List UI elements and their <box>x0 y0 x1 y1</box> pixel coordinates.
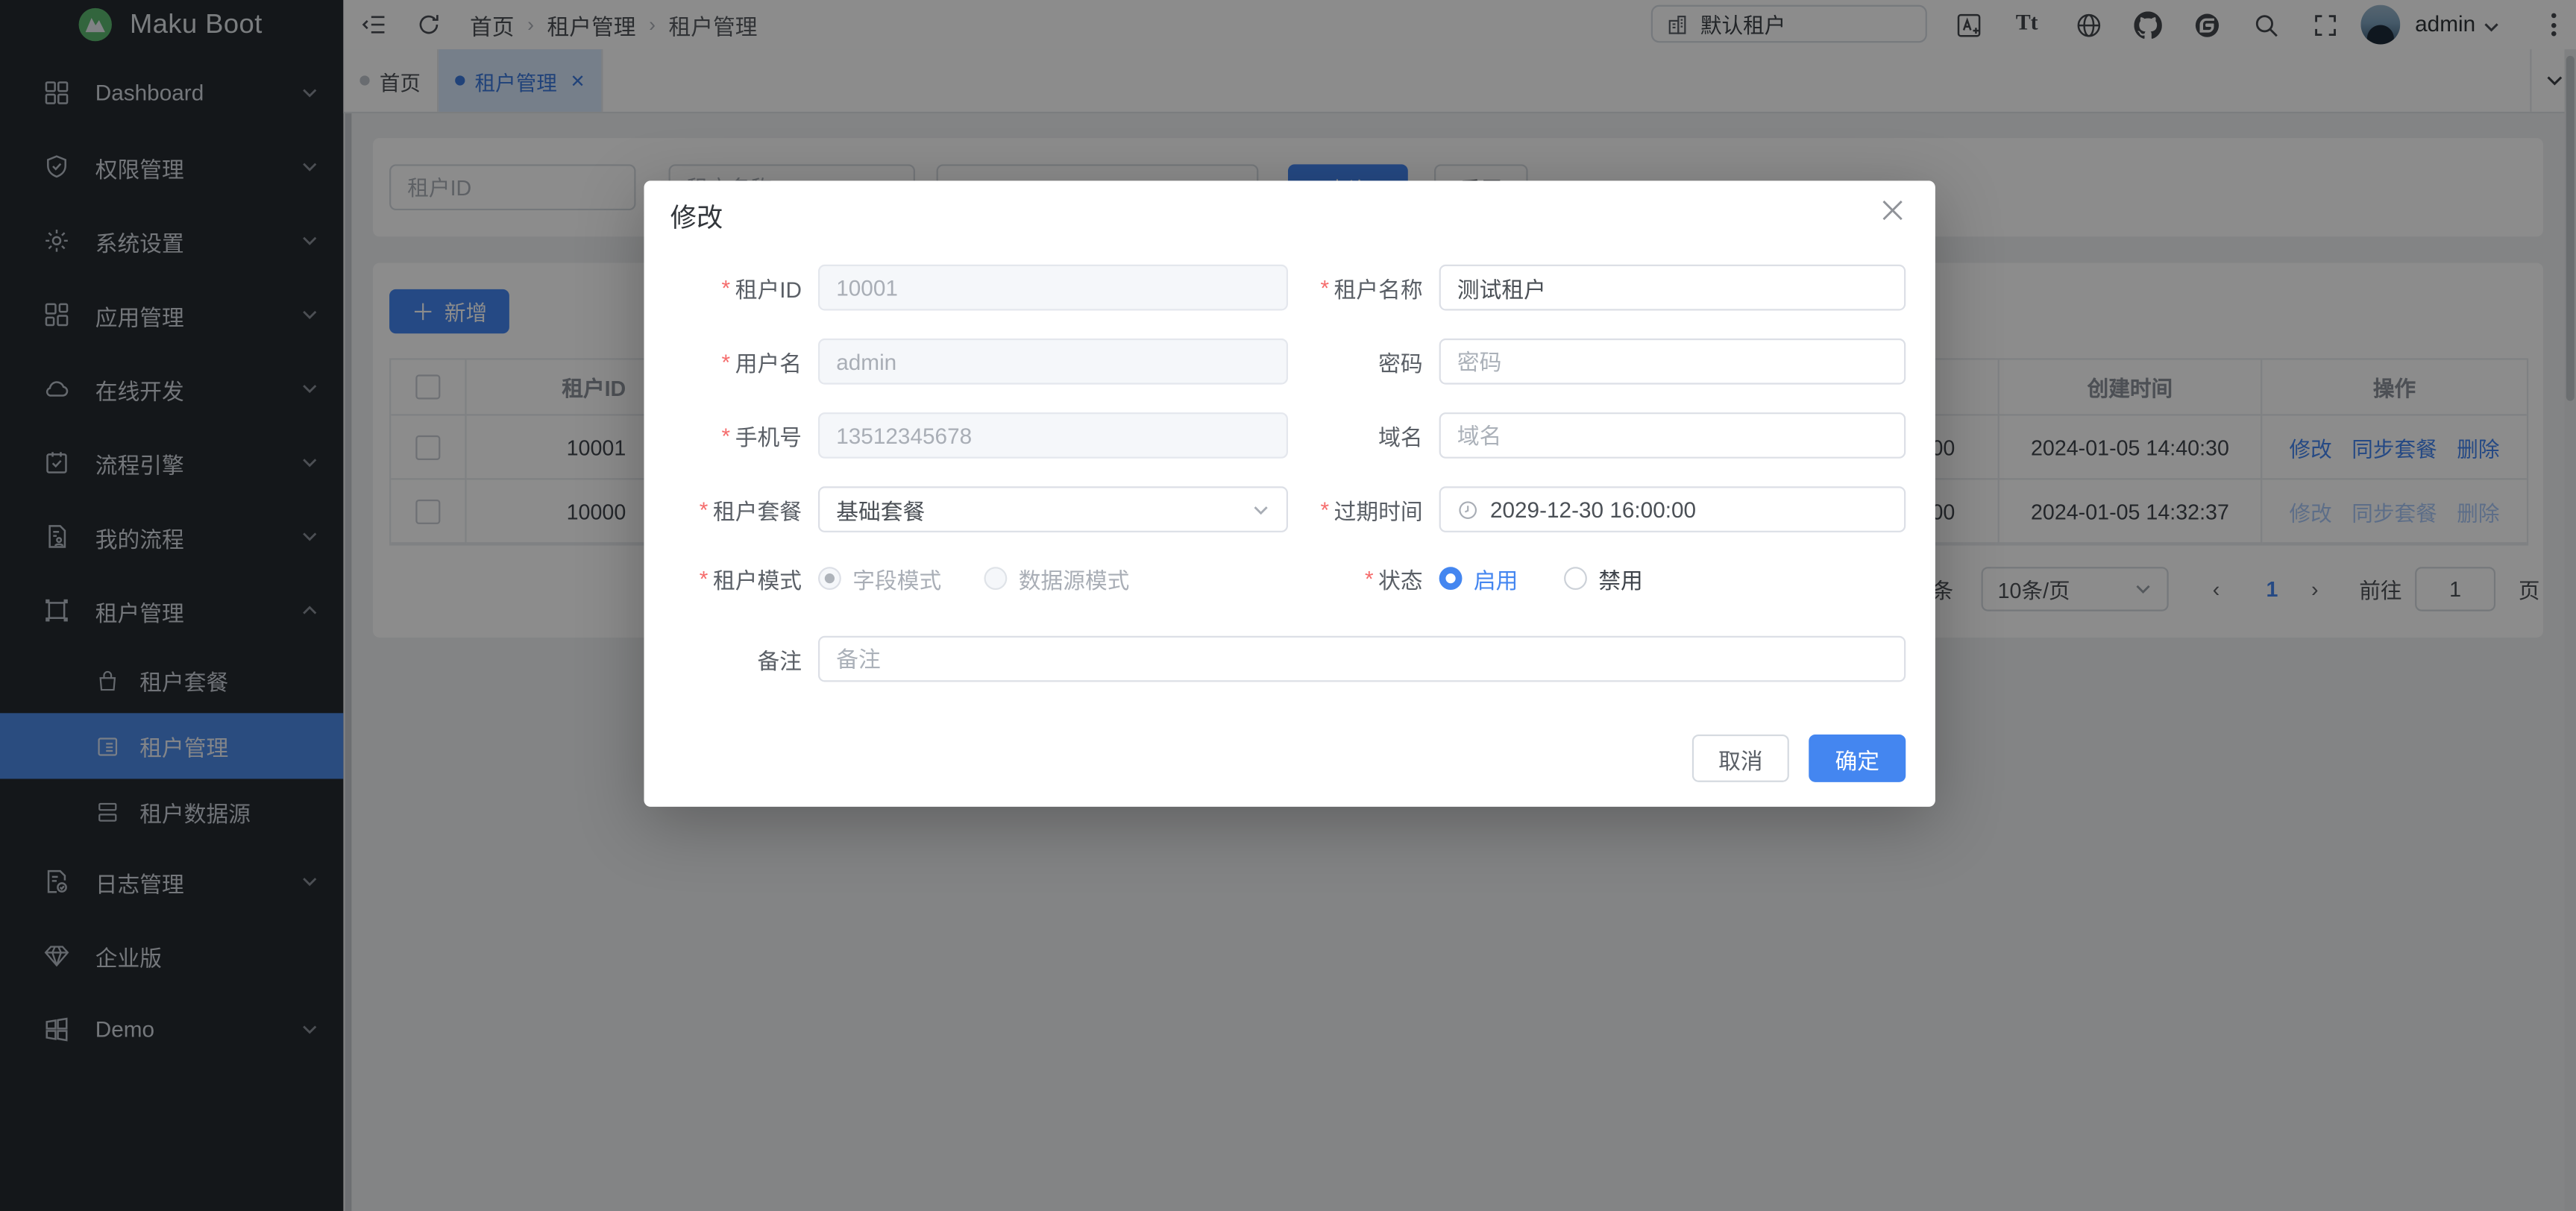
radio-dot <box>818 567 841 590</box>
domain-input[interactable] <box>1439 412 1906 459</box>
radio-field-mode: 字段模式 <box>818 562 941 595</box>
field-label-tenant-id: *租户ID <box>670 271 802 304</box>
field-label-status: *状态 <box>1304 562 1423 595</box>
chevron-down-icon <box>1252 500 1270 518</box>
mobile-input <box>818 412 1288 459</box>
package-select-value: 基础套餐 <box>836 493 1240 526</box>
tenant-mode-radio-group: 字段模式 数据源模式 <box>818 562 1288 595</box>
status-radio-group: 启用 禁用 <box>1439 562 1906 595</box>
radio-datasource-mode: 数据源模式 <box>984 562 1129 595</box>
remark-input[interactable] <box>818 636 1906 682</box>
expire-time-value: 2029-12-30 16:00:00 <box>1490 497 1888 522</box>
radio-dot <box>984 567 1007 590</box>
field-label-remark: 备注 <box>670 643 802 676</box>
edit-dialog: 修改 *租户ID *租户名称 *用户名 密码 *手机号 域名 *租户套餐 基础套… <box>644 180 1935 807</box>
tenant-id-input <box>818 265 1288 311</box>
radio-disabled[interactable]: 禁用 <box>1564 562 1643 595</box>
confirm-button[interactable]: 确定 <box>1809 735 1906 782</box>
tenant-name-input[interactable] <box>1439 265 1906 311</box>
field-label-tenant-name: *租户名称 <box>1304 271 1423 304</box>
field-label-expire-time: *过期时间 <box>1304 493 1423 526</box>
field-label-mobile: *手机号 <box>670 419 802 452</box>
password-input[interactable] <box>1439 339 1906 385</box>
radio-dot <box>1439 567 1463 590</box>
app-root: Maku Boot Dashboard 权限管理 系统设置 应用管理 <box>0 0 2576 1211</box>
field-label-password: 密码 <box>1304 345 1423 378</box>
field-label-username: *用户名 <box>670 345 802 378</box>
field-label-package: *租户套餐 <box>670 493 802 526</box>
field-label-tenant-mode: *租户模式 <box>670 562 802 595</box>
radio-dot <box>1564 567 1587 590</box>
clock-icon <box>1457 499 1479 520</box>
close-icon[interactable] <box>1881 199 1904 222</box>
dialog-title: 修改 <box>670 195 723 235</box>
cancel-button[interactable]: 取消 <box>1692 735 1789 782</box>
field-label-domain: 域名 <box>1304 419 1423 452</box>
expire-time-picker[interactable]: 2029-12-30 16:00:00 <box>1439 486 1906 532</box>
username-input <box>818 339 1288 385</box>
package-select[interactable]: 基础套餐 <box>818 486 1288 532</box>
radio-enabled[interactable]: 启用 <box>1439 562 1518 595</box>
